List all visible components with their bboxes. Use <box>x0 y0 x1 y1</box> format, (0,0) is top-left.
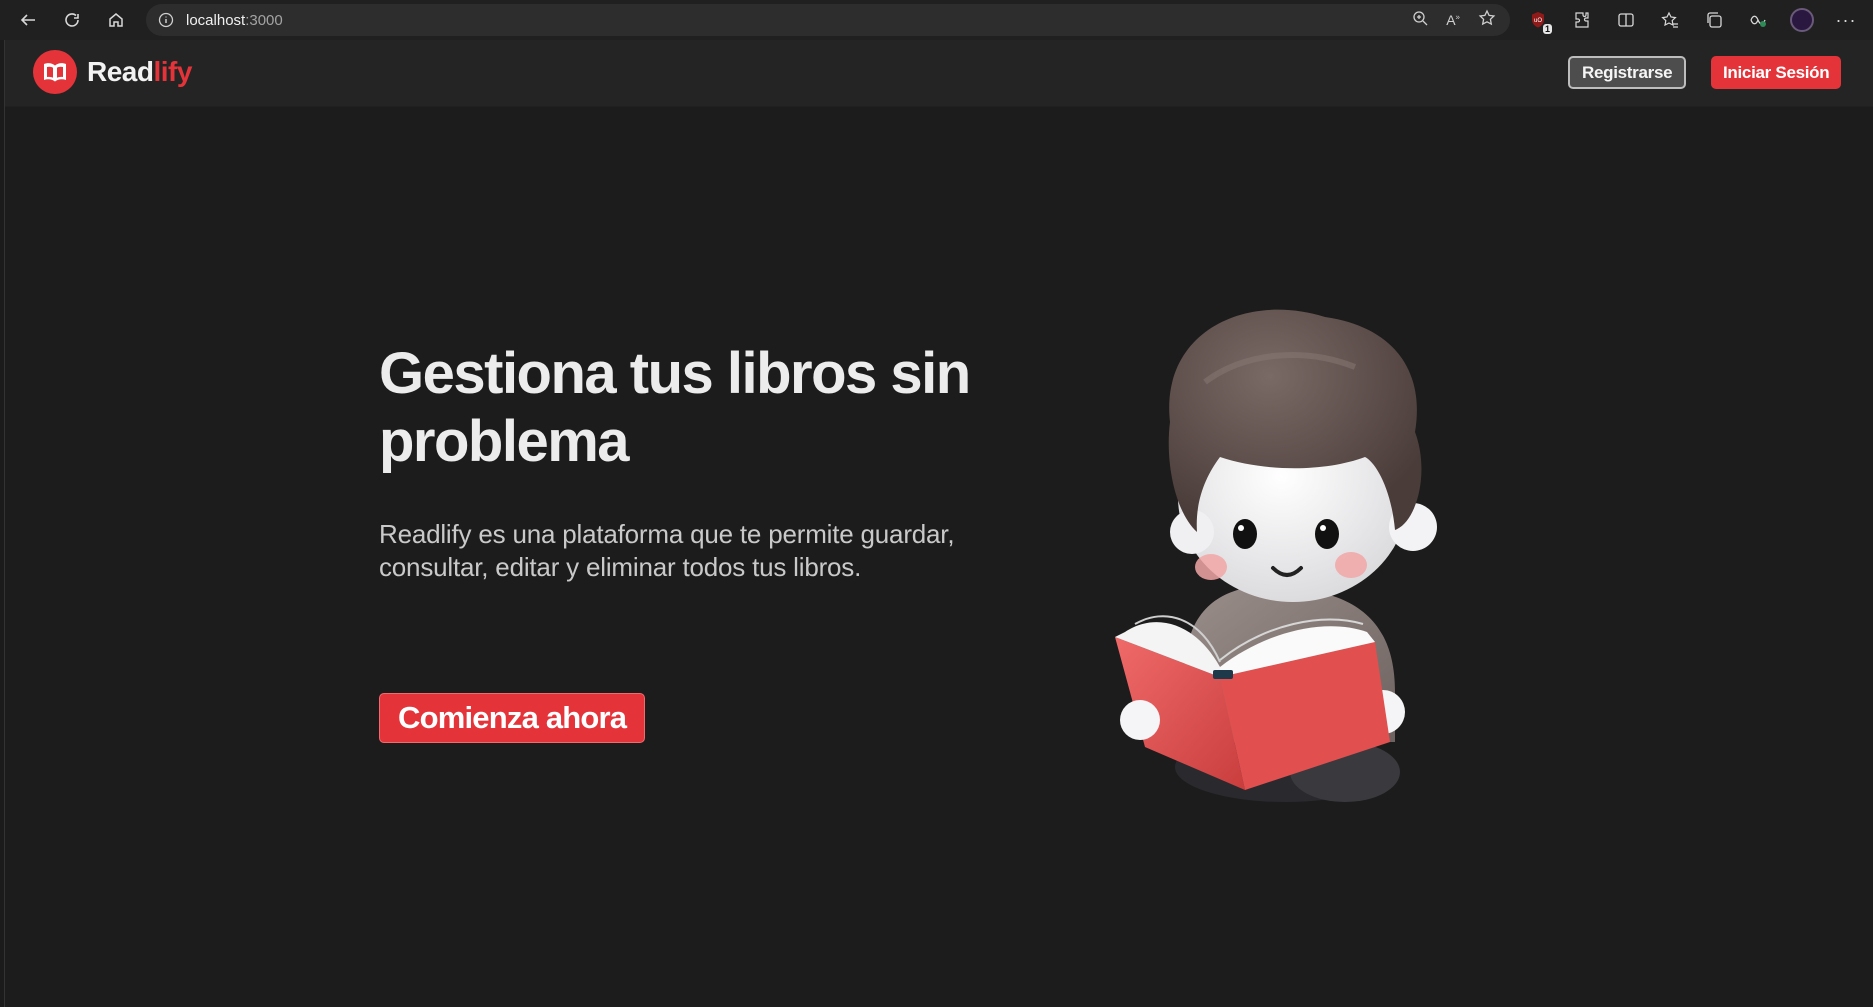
performance-icon[interactable] <box>1738 0 1778 40</box>
browser-toolbar: localhost:3000 A» uO 1 ··· <box>0 0 1873 40</box>
extensions-icon[interactable] <box>1562 0 1602 40</box>
favorites-icon[interactable] <box>1650 0 1690 40</box>
svg-text:uO: uO <box>1534 18 1542 24</box>
refresh-icon[interactable] <box>50 0 94 40</box>
split-screen-icon[interactable] <box>1606 0 1646 40</box>
app-header: Readlify Registrarse Iniciar Sesión <box>5 40 1873 107</box>
home-icon[interactable] <box>94 0 138 40</box>
more-icon[interactable]: ··· <box>1826 0 1866 40</box>
page-viewport: Readlify Registrarse Iniciar Sesión Gest… <box>4 40 1873 1007</box>
favorite-star-icon[interactable] <box>1478 8 1496 32</box>
ublock-icon[interactable]: uO 1 <box>1518 0 1558 40</box>
logo[interactable]: Readlify <box>33 50 192 94</box>
zoom-icon[interactable] <box>1412 10 1428 31</box>
get-started-button[interactable]: Comienza ahora <box>379 693 646 743</box>
info-icon[interactable] <box>146 12 186 28</box>
back-icon[interactable] <box>6 0 50 40</box>
hero-description: Readlify es una plataforma que te permit… <box>379 519 955 582</box>
read-aloud-icon[interactable]: A» <box>1446 12 1460 28</box>
boy-reading-book-illustration <box>1095 272 1455 812</box>
ublock-badge: 1 <box>1542 24 1552 34</box>
hero-title: Gestiona tus libros sin problema <box>379 341 971 474</box>
url-host: localhost <box>186 11 246 29</box>
collections-icon[interactable] <box>1694 0 1734 40</box>
brand-name: Readlify <box>87 56 192 87</box>
register-button[interactable]: Registrarse <box>1568 56 1687 89</box>
login-button[interactable]: Iniciar Sesión <box>1711 56 1842 89</box>
address-bar[interactable]: localhost:3000 A» <box>146 4 1510 36</box>
open-book-icon <box>33 50 77 94</box>
url-port: :3000 <box>245 11 283 29</box>
profile-avatar[interactable] <box>1782 0 1822 40</box>
